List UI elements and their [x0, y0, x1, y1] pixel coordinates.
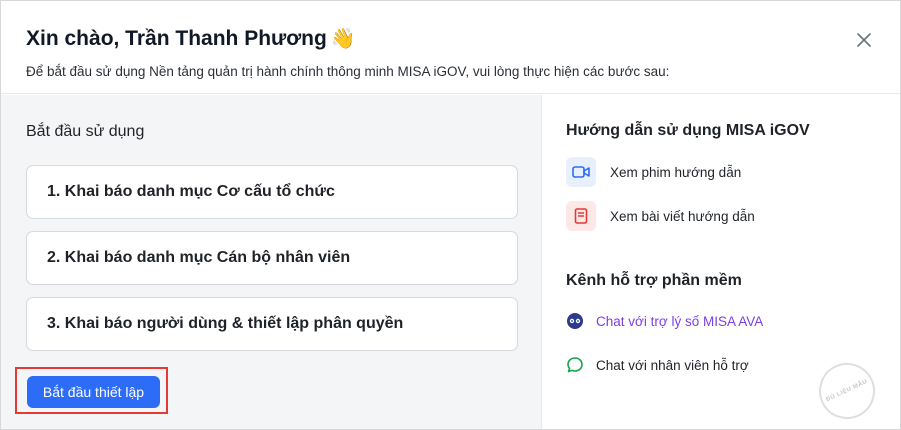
dialog-header: Xin chào, Trần Thanh Phương 👋 Để bắt đầu … [1, 1, 900, 94]
waving-hand-icon: 👋 [330, 28, 356, 50]
welcome-dialog: Xin chào, Trần Thanh Phương 👋 Để bắt đầu … [0, 0, 901, 430]
support-item-label: Chat với trợ lý số MISA AVA [596, 313, 764, 329]
getting-started-title: Bắt đầu sử dụng [26, 123, 145, 140]
greeting-text: Xin chào, Trần Thanh Phương [26, 27, 327, 50]
support-title: Kênh hỗ trợ phần mềm [566, 272, 742, 289]
guide-title: Hướng dẫn sử dụng MISA iGOV [566, 122, 810, 139]
guide-item-label: Xem phim hướng dẫn [610, 164, 742, 180]
dialog-title: Xin chào, Trần Thanh Phương 👋 [26, 26, 356, 51]
video-camera-icon [566, 157, 596, 187]
close-button[interactable] [853, 29, 875, 51]
watermark-text: ĐỦ LIỆU MẪU [825, 378, 869, 404]
chat-support-staff-link[interactable]: Chat với nhân viên hỗ trợ [566, 354, 749, 376]
bot-avatar-icon [567, 313, 583, 329]
start-setup-button[interactable]: Bắt đầu thiết lập [27, 376, 160, 408]
chat-ava-link[interactable]: Chat với trợ lý số MISA AVA [566, 310, 763, 332]
step-card-staff[interactable]: 2. Khai báo danh mục Cán bộ nhân viên [26, 231, 518, 285]
step-label: 1. Khai báo danh mục Cơ cấu tổ chức [47, 183, 335, 200]
step-card-users-permissions[interactable]: 3. Khai báo người dùng & thiết lập phân … [26, 297, 518, 351]
getting-started-panel: Bắt đầu sử dụng 1. Khai báo danh mục Cơ … [1, 95, 542, 429]
dialog-subtitle: Để bắt đầu sử dụng Nền tảng quản trị hàn… [26, 64, 670, 79]
step-card-org-structure[interactable]: 1. Khai báo danh mục Cơ cấu tổ chức [26, 165, 518, 219]
read-article-guide-link[interactable]: Xem bài viết hướng dẫn [566, 200, 755, 232]
step-label: 2. Khai báo danh mục Cán bộ nhân viên [47, 249, 351, 266]
chat-bubble-icon [567, 357, 583, 373]
book-icon [566, 201, 596, 231]
step-label: 3. Khai báo người dùng & thiết lập phân … [47, 315, 404, 332]
guide-item-label: Xem bài viết hướng dẫn [610, 208, 755, 224]
support-item-label: Chat với nhân viên hỗ trợ [596, 357, 749, 373]
close-icon [857, 33, 871, 47]
watch-video-guide-link[interactable]: Xem phim hướng dẫn [566, 156, 741, 188]
